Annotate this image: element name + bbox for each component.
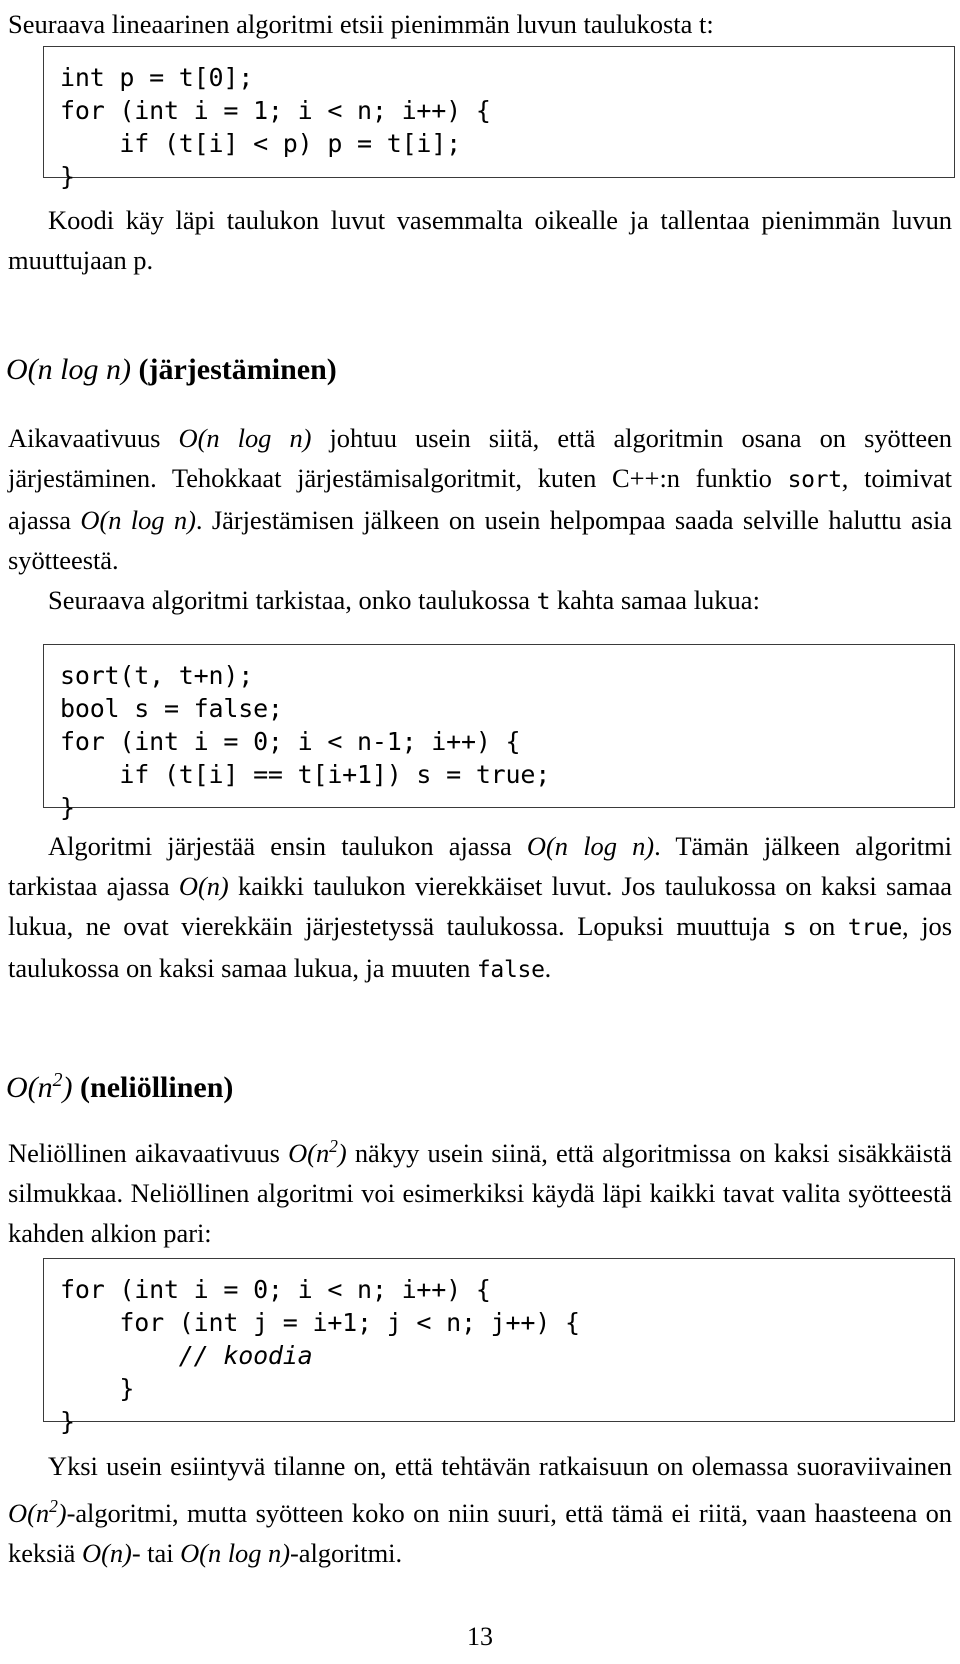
math-o-n-squared: O(n2) (288, 1136, 347, 1168)
code-line: } (60, 162, 75, 191)
text-fragment: - tai (131, 1537, 181, 1568)
code-line: sort(t, t+n); (60, 661, 254, 690)
paragraph-aikavaativuus: Aikavaativuus O(n log n) johtuu usein si… (8, 418, 952, 580)
code-line: } (60, 1407, 75, 1436)
inline-code-false: false (476, 957, 545, 983)
code-line: } (60, 1374, 135, 1403)
code-line: for (int i = 1; i < n; i++) { (60, 96, 491, 125)
text-fragment: kahta samaa lukua: (550, 585, 760, 615)
inline-code-t: t (536, 589, 551, 615)
code-line: for (int i = 0; i < n; i++) { (60, 1275, 491, 1304)
text-fragment: on (796, 911, 848, 941)
leadin-seuraava-algoritmi: Seuraava algoritmi tarkistaa, onko taulu… (8, 580, 952, 622)
code-line-comment: // koodia (60, 1341, 313, 1370)
math-o-n: O(n) (178, 871, 229, 901)
heading-math-notation: O(n log n) (6, 353, 131, 386)
text-fragment: Seuraava algoritmi tarkistaa, onko taulu… (48, 585, 537, 615)
heading-bold-label: (neliöllinen) (80, 1071, 234, 1104)
code-line: bool s = false; (60, 694, 283, 723)
inline-code-sort: sort (787, 467, 843, 493)
inline-code-true: true (847, 915, 903, 941)
intro-paragraph: Seuraava lineaarinen algoritmi etsii pie… (8, 4, 952, 44)
math-o-n-squared: O(n2) (6, 1069, 73, 1104)
code-block-2: sort(t, t+n); bool s = false; for (int i… (43, 644, 955, 822)
paragraph-neliollinen-aikavaativuus: Neliöllinen aikavaativuus O(n2) näkyy us… (8, 1126, 952, 1253)
code-block-1: int p = t[0]; for (int i = 1; i < n; i++… (43, 46, 955, 191)
math-o-n-squared: O(n2) (8, 1496, 67, 1528)
paragraph-text: Koodi käy läpi taulukon luvut vasemmalta… (8, 205, 952, 275)
math-o-n-log-n: O(n log n) (526, 831, 655, 861)
code-line: for (int i = 0; i < n-1; i++) { (60, 727, 521, 756)
heading-math-notation: O(n2) (6, 1069, 73, 1104)
code-line: for (int j = i+1; j < n; j++) { (60, 1308, 580, 1337)
paragraph-koodi-kay-lapi: Koodi käy läpi taulukon luvut vasemmalta… (8, 200, 952, 280)
text-fragment: Yksi usein esiintyvä tilanne on, että te… (48, 1451, 952, 1481)
heading-bold-label: (järjestäminen) (138, 353, 337, 386)
code-line: } (60, 793, 75, 822)
intro-text: Seuraava lineaarinen algoritmi etsii pie… (8, 9, 714, 39)
code-line: if (t[i] == t[i+1]) s = true; (60, 760, 551, 789)
math-o-n-log-n: O(n log n) (178, 423, 312, 453)
text-fragment: Aikavaativuus (8, 423, 179, 453)
paragraph-yksi-usein-esiintyva: Yksi usein esiintyvä tilanne on, että te… (8, 1446, 952, 1573)
heading-n-squared: O(n2) (neliöllinen) (6, 1062, 233, 1106)
text-fragment: Algoritmi järjestää ensin taulukon ajass… (48, 831, 527, 861)
document-page: Seuraava lineaarinen algoritmi etsii pie… (0, 0, 960, 1664)
text-fragment: -algoritmi. (290, 1537, 403, 1568)
page-number: 13 (467, 1622, 493, 1651)
math-o-n: O(n) (81, 1537, 132, 1568)
text-fragment: Neliöllinen aikavaativuus (8, 1137, 289, 1168)
heading-n-log-n: O(n log n) (järjestäminen) (6, 352, 337, 388)
text-fragment: . (544, 953, 552, 983)
math-o-n-log-n: O(n log n) (180, 1537, 290, 1568)
inline-code-s: s (782, 915, 797, 941)
code-line: int p = t[0]; (60, 63, 254, 92)
math-o-n-log-n: O(n log n) (80, 505, 196, 535)
paragraph-algoritmi-jarjestaa: Algoritmi järjestää ensin taulukon ajass… (8, 826, 952, 990)
code-block-3: for (int i = 0; i < n; i++) { for (int j… (43, 1258, 955, 1436)
code-line: if (t[i] < p) p = t[i]; (60, 129, 461, 158)
